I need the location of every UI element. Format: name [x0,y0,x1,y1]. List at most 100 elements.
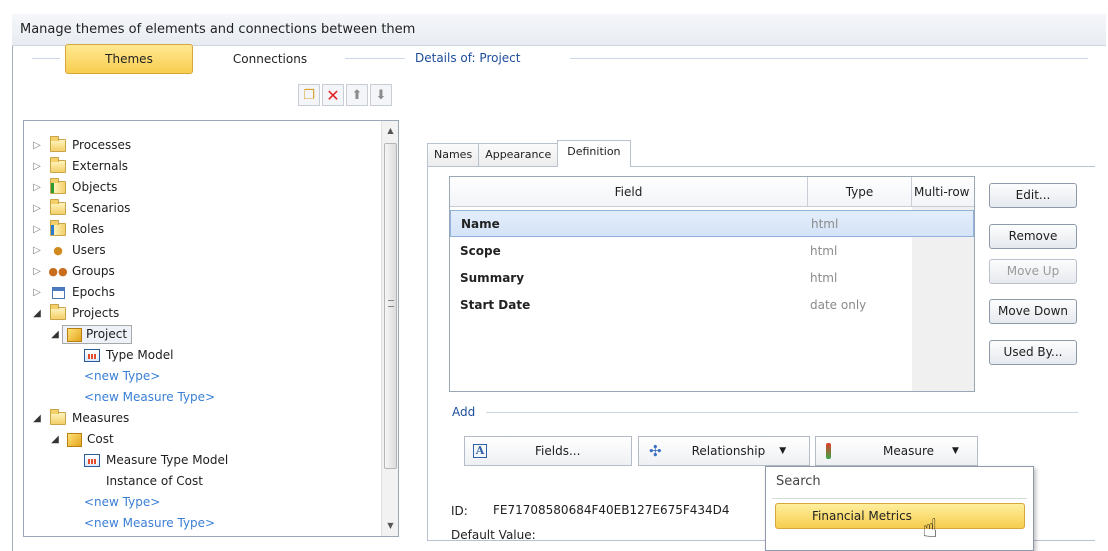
window-title-bar: Manage themes of elements and connection… [12,14,1106,46]
table-row[interactable]: Scope html [450,237,974,264]
tree-item-label: Instance of Cost [106,474,203,488]
add-relationship-label: Relationship [691,444,766,458]
tab-definition[interactable]: Definition [557,140,631,167]
cell-field: Scope [460,243,501,258]
tree-toolbar: ❐ ✕ ⬆ ⬇ [298,84,392,106]
divider [486,412,1078,413]
window-title: Manage themes of elements and connection… [20,22,416,37]
tree-item-projects[interactable]: ◢ Projects [30,303,119,324]
calendar-icon [50,286,66,300]
cell-field: Start Date [460,297,531,312]
scroll-down-icon[interactable]: ▼ [384,519,397,533]
expand-arrow-icon[interactable]: ▷ [30,198,44,219]
themes-tree[interactable]: ▷ Processes ▷ Externals ▷ Objects ▷ Scen… [23,120,399,537]
fields-grid[interactable]: Field Type Multi-row Name html Scope htm… [449,176,975,392]
move-up-button[interactable]: Move Up [989,259,1077,284]
tree-item-label: Cost [87,432,114,446]
scroll-thumb[interactable] [384,143,397,469]
copy-icon[interactable]: ❐ [298,84,320,106]
text-field-icon: A [473,444,487,458]
tab-themes[interactable]: Themes [65,44,193,74]
tree-item-new-type[interactable]: <new Type> [84,492,160,513]
tree-item-new-type[interactable]: <new Type> [84,366,160,387]
dropdown-arrow-icon[interactable]: ▼ [952,446,959,456]
tree-item-label: Groups [72,264,115,278]
tree-scrollbar[interactable]: ▲ ▼ [381,121,398,536]
folder-icon [50,157,66,173]
expand-arrow-icon[interactable]: ▷ [30,282,44,303]
table-row[interactable]: Summary html [450,264,974,291]
folder-icon [50,199,66,215]
tree-item-new-measure-type[interactable]: <new Measure Type> [84,387,215,408]
table-row[interactable]: Start Date date only [450,291,974,318]
tree-item-project[interactable]: ◢ Project [48,324,133,345]
collapse-arrow-icon[interactable]: ◢ [48,324,62,345]
scroll-up-icon[interactable]: ▲ [384,124,397,138]
tree-item-measures[interactable]: ◢ Measures [30,408,129,429]
add-relationship-button[interactable]: ✣ Relationship ▼ [638,436,810,466]
tree-item-new-measure-type[interactable]: <new Measure Type> [84,513,215,534]
user-icon: ● [53,244,63,257]
tree-item-label: <new Measure Type> [84,516,216,530]
tab-appearance[interactable]: Appearance [478,143,559,166]
expand-arrow-icon[interactable]: ▷ [30,219,44,240]
column-header-multi-row[interactable]: Multi-row [912,177,974,207]
tree-item-label: <new Type> [84,495,161,509]
expand-arrow-icon[interactable]: ▷ [30,177,44,198]
default-value-label: Default Value: [451,528,536,542]
collapse-arrow-icon[interactable]: ◢ [48,429,62,450]
measure-dropdown[interactable]: Search Financial Metrics [765,466,1034,551]
tree-item-instance-of-cost[interactable]: Instance of Cost [106,471,203,492]
tree-item-cost[interactable]: ◢ Cost [48,429,114,450]
tree-item-label: Objects [72,180,118,194]
cell-type: date only [810,297,867,312]
tree-item-label: Users [72,243,106,257]
type-model-icon [84,454,100,467]
add-measure-button[interactable]: Measure ▼ [815,436,978,466]
expand-arrow-icon[interactable]: ▷ [30,135,44,156]
expand-arrow-icon[interactable]: ▷ [30,156,44,177]
used-by-button[interactable]: Used By... [989,340,1077,365]
add-fields-button[interactable]: A Fields... [464,436,632,466]
details-title: Details of: Project [415,51,521,65]
dropdown-item-financial-metrics[interactable]: Financial Metrics [775,503,1025,529]
tree-item-processes[interactable]: ▷ Processes [30,135,131,156]
tree-item-scenarios[interactable]: ▷ Scenarios [30,198,130,219]
delete-icon[interactable]: ✕ [322,84,344,106]
column-header-field[interactable]: Field [450,177,808,207]
selected-node[interactable]: Project [62,325,133,344]
search-input[interactable]: Search [776,474,821,489]
expand-arrow-icon[interactable]: ▷ [30,240,44,261]
tree-item-groups[interactable]: ▷ ●● Groups [30,261,115,282]
relationship-icon: ✣ [649,442,662,460]
remove-button[interactable]: Remove [989,224,1077,249]
tree-item-epochs[interactable]: ▷ Epochs [30,282,115,303]
thermometer-icon [826,443,831,459]
tree-item-label: Externals [72,159,129,173]
id-label: ID: [451,504,468,518]
tree-item-roles[interactable]: ▷ Roles [30,219,104,240]
tree-item-objects[interactable]: ▷ Objects [30,177,117,198]
tree-item-externals[interactable]: ▷ Externals [30,156,128,177]
divider [345,58,405,59]
table-row[interactable]: Name html [450,210,974,237]
collapse-arrow-icon[interactable]: ◢ [30,303,44,324]
tab-names[interactable]: Names [427,143,480,166]
collapse-arrow-icon[interactable]: ◢ [30,408,44,429]
dropdown-arrow-icon[interactable]: ▼ [779,446,786,456]
move-down-button[interactable]: Move Down [989,299,1077,324]
tree-item-users[interactable]: ▷ ● Users [30,240,106,261]
edit-button[interactable]: Edit... [989,183,1077,208]
tree-item-type-model[interactable]: Type Model [84,345,173,366]
tree-item-measure-type-model[interactable]: Measure Type Model [84,450,228,471]
cell-type: html [810,270,838,285]
move-down-icon[interactable]: ⬇ [370,84,392,106]
tree-item-label: Measure Type Model [106,453,229,467]
expand-arrow-icon[interactable]: ▷ [30,261,44,282]
tab-connections[interactable]: Connections [200,44,340,74]
group-icon: ●● [48,265,68,278]
cell-field: Summary [460,270,525,285]
column-header-type[interactable]: Type [808,177,912,207]
move-up-icon[interactable]: ⬆ [346,84,368,106]
folder-icon [50,304,66,320]
